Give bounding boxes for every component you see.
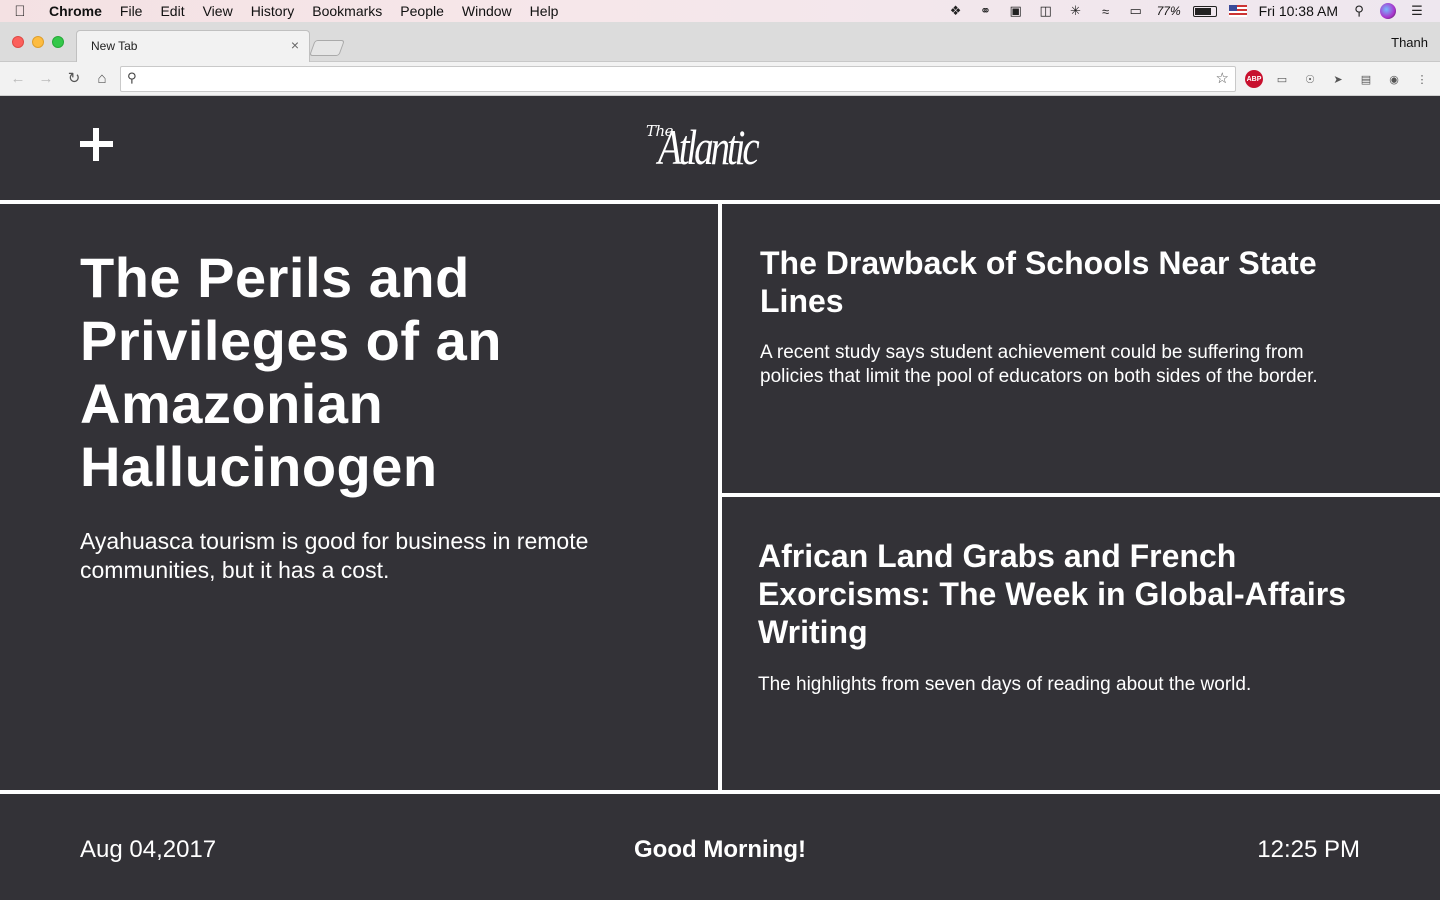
notification-center-icon[interactable]: ☰: [1408, 3, 1426, 18]
tab-strip: New Tab × Thanh: [0, 22, 1440, 62]
close-window-button[interactable]: [12, 36, 24, 48]
app-status-icon[interactable]: ▣: [1007, 3, 1025, 18]
battery-percent: 77%: [1156, 4, 1181, 18]
extension-avatar-icon[interactable]: ◉: [1385, 70, 1403, 88]
feature-story-title[interactable]: The Perils and Privileges of an Amazonia…: [80, 246, 680, 498]
airplay-icon[interactable]: ▭: [1127, 3, 1145, 18]
home-icon[interactable]: ⌂: [91, 68, 113, 90]
extension-pin-icon[interactable]: ➤: [1329, 70, 1347, 88]
story-title[interactable]: African Land Grabs and French Exorcisms:…: [758, 537, 1358, 651]
add-plus-icon[interactable]: [78, 126, 114, 162]
chrome-menu-icon[interactable]: ⋮: [1413, 70, 1431, 88]
new-tab-button[interactable]: [309, 40, 345, 56]
siri-icon[interactable]: [1380, 3, 1396, 19]
menu-help[interactable]: Help: [521, 0, 568, 22]
minimize-window-button[interactable]: [32, 36, 44, 48]
page-header: The Atlantic: [0, 96, 1440, 201]
adblock-plus-icon[interactable]: ABP: [1245, 70, 1263, 88]
menu-bar:  Chrome File Edit View History Bookmark…: [0, 0, 1440, 22]
creative-cloud-icon[interactable]: ⚭: [977, 3, 995, 18]
menu-people[interactable]: People: [391, 0, 453, 22]
stories-divider: [722, 493, 1440, 497]
reload-icon[interactable]: ↻: [63, 68, 85, 90]
logo-wordmark: Atlantic: [658, 119, 760, 175]
shield-status-icon[interactable]: ◫: [1037, 3, 1055, 18]
tab-title: New Tab: [91, 39, 138, 53]
story-title[interactable]: The Drawback of Schools Near State Lines: [760, 244, 1360, 320]
zoom-window-button[interactable]: [52, 36, 64, 48]
tab-new-tab[interactable]: New Tab ×: [76, 30, 310, 62]
menu-window[interactable]: Window: [453, 0, 521, 22]
menu-bookmarks[interactable]: Bookmarks: [303, 0, 391, 22]
the-atlantic-logo[interactable]: The Atlantic: [646, 116, 796, 176]
spotlight-search-icon[interactable]: ⚲: [1350, 3, 1368, 18]
bluetooth-icon[interactable]: ✳: [1067, 3, 1085, 18]
menu-history[interactable]: History: [242, 0, 304, 22]
input-source-flag-icon[interactable]: [1228, 5, 1247, 17]
window-controls: [12, 36, 64, 48]
menu-app-name[interactable]: Chrome: [40, 0, 111, 22]
tab-close-icon[interactable]: ×: [291, 37, 299, 53]
extension-circle-icon[interactable]: ☉: [1301, 70, 1319, 88]
dropbox-icon[interactable]: ❖: [947, 3, 965, 18]
menubar-clock[interactable]: Fri 10:38 AM: [1259, 3, 1338, 19]
search-icon: ⚲: [127, 70, 137, 85]
wifi-icon[interactable]: ≈: [1097, 4, 1115, 19]
footer-time: 12:25 PM: [1257, 836, 1360, 863]
menu-edit[interactable]: Edit: [151, 0, 193, 22]
address-bar[interactable]: ⚲ ☆: [120, 66, 1236, 92]
forward-arrow-icon[interactable]: →: [35, 68, 57, 90]
extension-calendar-icon[interactable]: ▤: [1357, 70, 1375, 88]
menu-view[interactable]: View: [194, 0, 242, 22]
new-tab-page: The Atlantic The Perils and Privileges o…: [0, 96, 1440, 900]
status-area: ❖ ⚭ ▣ ◫ ✳ ≈ ▭ 77% Fri 10:38 AM ⚲ ☰: [947, 3, 1440, 19]
menu-file[interactable]: File: [111, 0, 152, 22]
browser-toolbar: ← → ↻ ⌂ ⚲ ☆ ABP ▭ ☉ ➤ ▤ ◉ ⋮: [0, 62, 1440, 96]
footer-divider: [0, 790, 1440, 794]
apple-icon[interactable]: : [0, 3, 40, 20]
greeting-text: Good Morning!: [634, 836, 806, 863]
story-description: A recent study says student achievement …: [760, 342, 1318, 387]
cast-icon[interactable]: ▭: [1273, 70, 1291, 88]
battery-icon[interactable]: [1192, 5, 1217, 17]
feature-story-description: Ayahuasca tourism is good for business i…: [80, 528, 589, 583]
bookmark-star-icon[interactable]: ☆: [1216, 69, 1229, 87]
profile-button[interactable]: Thanh: [1391, 35, 1428, 50]
back-arrow-icon[interactable]: ←: [7, 68, 29, 90]
column-divider: [718, 204, 722, 790]
story-description: The highlights from seven days of readin…: [758, 674, 1252, 695]
